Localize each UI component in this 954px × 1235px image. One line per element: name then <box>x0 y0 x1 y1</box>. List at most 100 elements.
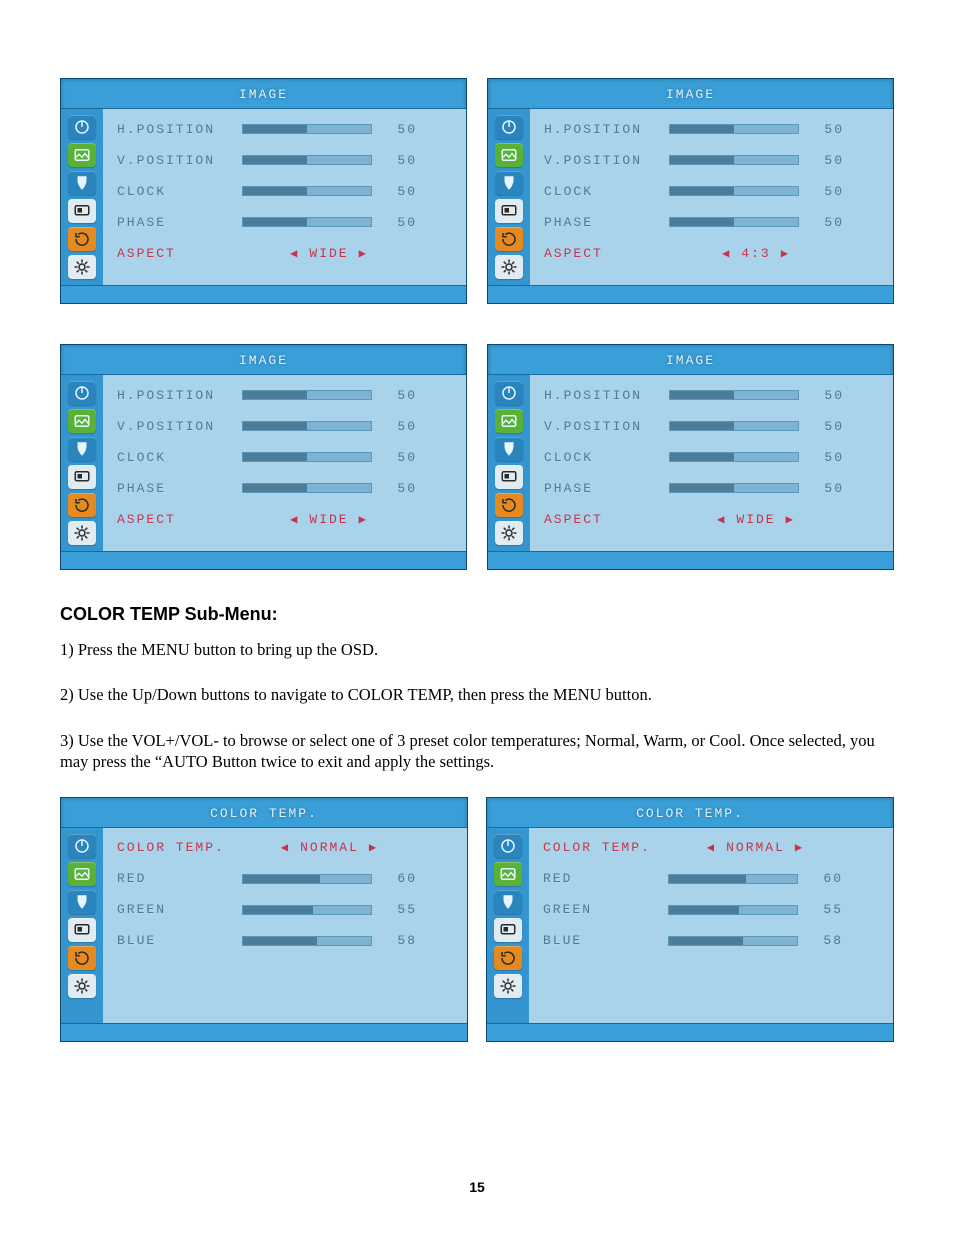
slider-value: 50 <box>809 215 844 230</box>
slider-label: V.POSITION <box>117 419 232 434</box>
slider-value: 60 <box>808 871 843 886</box>
slider-track[interactable] <box>242 936 372 946</box>
slider-label: CLOCK <box>117 450 232 465</box>
image-icon[interactable] <box>495 409 523 433</box>
image-icon[interactable] <box>68 862 96 886</box>
color-temp-icon[interactable] <box>68 171 96 195</box>
select-control[interactable]: ◀ WIDE ▶ <box>224 512 434 527</box>
reset-icon[interactable] <box>495 227 523 251</box>
color-temp-icon[interactable] <box>495 437 523 461</box>
osd-icon[interactable] <box>68 465 96 489</box>
slider-track[interactable] <box>242 905 372 915</box>
osd-icon-strip <box>61 375 103 551</box>
arrow-left-icon[interactable]: ◀ <box>281 840 290 855</box>
reset-icon[interactable] <box>68 493 96 517</box>
slider-track[interactable] <box>242 421 372 431</box>
slider-track[interactable] <box>669 155 799 165</box>
arrow-right-icon[interactable]: ▶ <box>369 840 378 855</box>
reset-icon[interactable] <box>494 946 522 970</box>
slider-track[interactable] <box>242 874 372 884</box>
power-icon[interactable] <box>68 115 96 139</box>
reset-icon[interactable] <box>68 227 96 251</box>
slider-track[interactable] <box>669 421 799 431</box>
slider-track[interactable] <box>668 936 798 946</box>
misc-icon[interactable] <box>68 521 96 545</box>
slider-track[interactable] <box>242 452 372 462</box>
slider-track[interactable] <box>668 905 798 915</box>
arrow-left-icon[interactable]: ◀ <box>290 512 299 527</box>
arrow-right-icon[interactable]: ▶ <box>359 512 368 527</box>
color-temp-icon[interactable] <box>68 437 96 461</box>
color-temp-icon[interactable] <box>495 171 523 195</box>
slider-value: 50 <box>382 184 417 199</box>
image-icon[interactable] <box>68 143 96 167</box>
slider-track[interactable] <box>669 452 799 462</box>
slider-value: 50 <box>809 122 844 137</box>
select-control[interactable]: ◀ NORMAL ▶ <box>650 840 861 855</box>
misc-icon[interactable] <box>495 521 523 545</box>
slider-track[interactable] <box>242 155 372 165</box>
select-label: COLOR TEMP. <box>543 840 658 855</box>
slider-track[interactable] <box>669 483 799 493</box>
slider-track[interactable] <box>242 186 372 196</box>
image-icon[interactable] <box>495 143 523 167</box>
reset-icon[interactable] <box>495 493 523 517</box>
osd-icon[interactable] <box>68 199 96 223</box>
slider-value: 50 <box>809 450 844 465</box>
slider-label: V.POSITION <box>544 419 659 434</box>
arrow-right-icon[interactable]: ▶ <box>359 246 368 261</box>
select-control[interactable]: ◀ NORMAL ▶ <box>224 840 435 855</box>
arrow-left-icon[interactable]: ◀ <box>717 512 726 527</box>
select-label: ASPECT <box>117 512 232 527</box>
select-control[interactable]: ◀ 4:3 ▶ <box>651 246 861 261</box>
select-value: WIDE <box>309 246 348 261</box>
select-control[interactable]: ◀ WIDE ▶ <box>224 246 434 261</box>
instruction-step-1: 1) Press the MENU button to bring up the… <box>60 639 894 660</box>
slider-row: V.POSITION 50 <box>544 414 879 438</box>
power-icon[interactable] <box>68 834 96 858</box>
arrow-left-icon[interactable]: ◀ <box>290 246 299 261</box>
select-label: COLOR TEMP. <box>117 840 232 855</box>
slider-value: 58 <box>382 933 417 948</box>
image-icon[interactable] <box>68 409 96 433</box>
slider-track[interactable] <box>668 874 798 884</box>
misc-icon[interactable] <box>494 974 522 998</box>
slider-label: GREEN <box>543 902 658 917</box>
arrow-right-icon[interactable]: ▶ <box>795 840 804 855</box>
arrow-left-icon[interactable]: ◀ <box>707 840 716 855</box>
misc-icon[interactable] <box>68 255 96 279</box>
power-icon[interactable] <box>495 115 523 139</box>
slider-row: V.POSITION 50 <box>544 148 879 172</box>
osd-image-panel: IMAGE H.POSITION 50 V.POSITION 50 CLOCK … <box>487 78 894 304</box>
osd-icon[interactable] <box>495 199 523 223</box>
slider-track[interactable] <box>242 390 372 400</box>
slider-track[interactable] <box>669 124 799 134</box>
misc-icon[interactable] <box>68 974 96 998</box>
color-temp-icon[interactable] <box>494 890 522 914</box>
reset-icon[interactable] <box>68 946 96 970</box>
power-icon[interactable] <box>68 381 96 405</box>
slider-track[interactable] <box>669 390 799 400</box>
power-icon[interactable] <box>494 834 522 858</box>
arrow-left-icon[interactable]: ◀ <box>722 246 731 261</box>
power-icon[interactable] <box>495 381 523 405</box>
slider-row: V.POSITION 50 <box>117 414 452 438</box>
osd-icon[interactable] <box>495 465 523 489</box>
image-icon[interactable] <box>494 862 522 886</box>
misc-icon[interactable] <box>495 255 523 279</box>
slider-track[interactable] <box>669 217 799 227</box>
slider-track[interactable] <box>669 186 799 196</box>
osd-title: IMAGE <box>61 345 466 375</box>
slider-track[interactable] <box>242 483 372 493</box>
arrow-right-icon[interactable]: ▶ <box>786 512 795 527</box>
slider-value: 50 <box>382 419 417 434</box>
select-control[interactable]: ◀ WIDE ▶ <box>651 512 861 527</box>
osd-icon[interactable] <box>494 918 522 942</box>
slider-value: 50 <box>382 215 417 230</box>
slider-row: RED 60 <box>543 867 879 891</box>
slider-track[interactable] <box>242 124 372 134</box>
osd-icon[interactable] <box>68 918 96 942</box>
color-temp-icon[interactable] <box>68 890 96 914</box>
slider-track[interactable] <box>242 217 372 227</box>
arrow-right-icon[interactable]: ▶ <box>781 246 790 261</box>
